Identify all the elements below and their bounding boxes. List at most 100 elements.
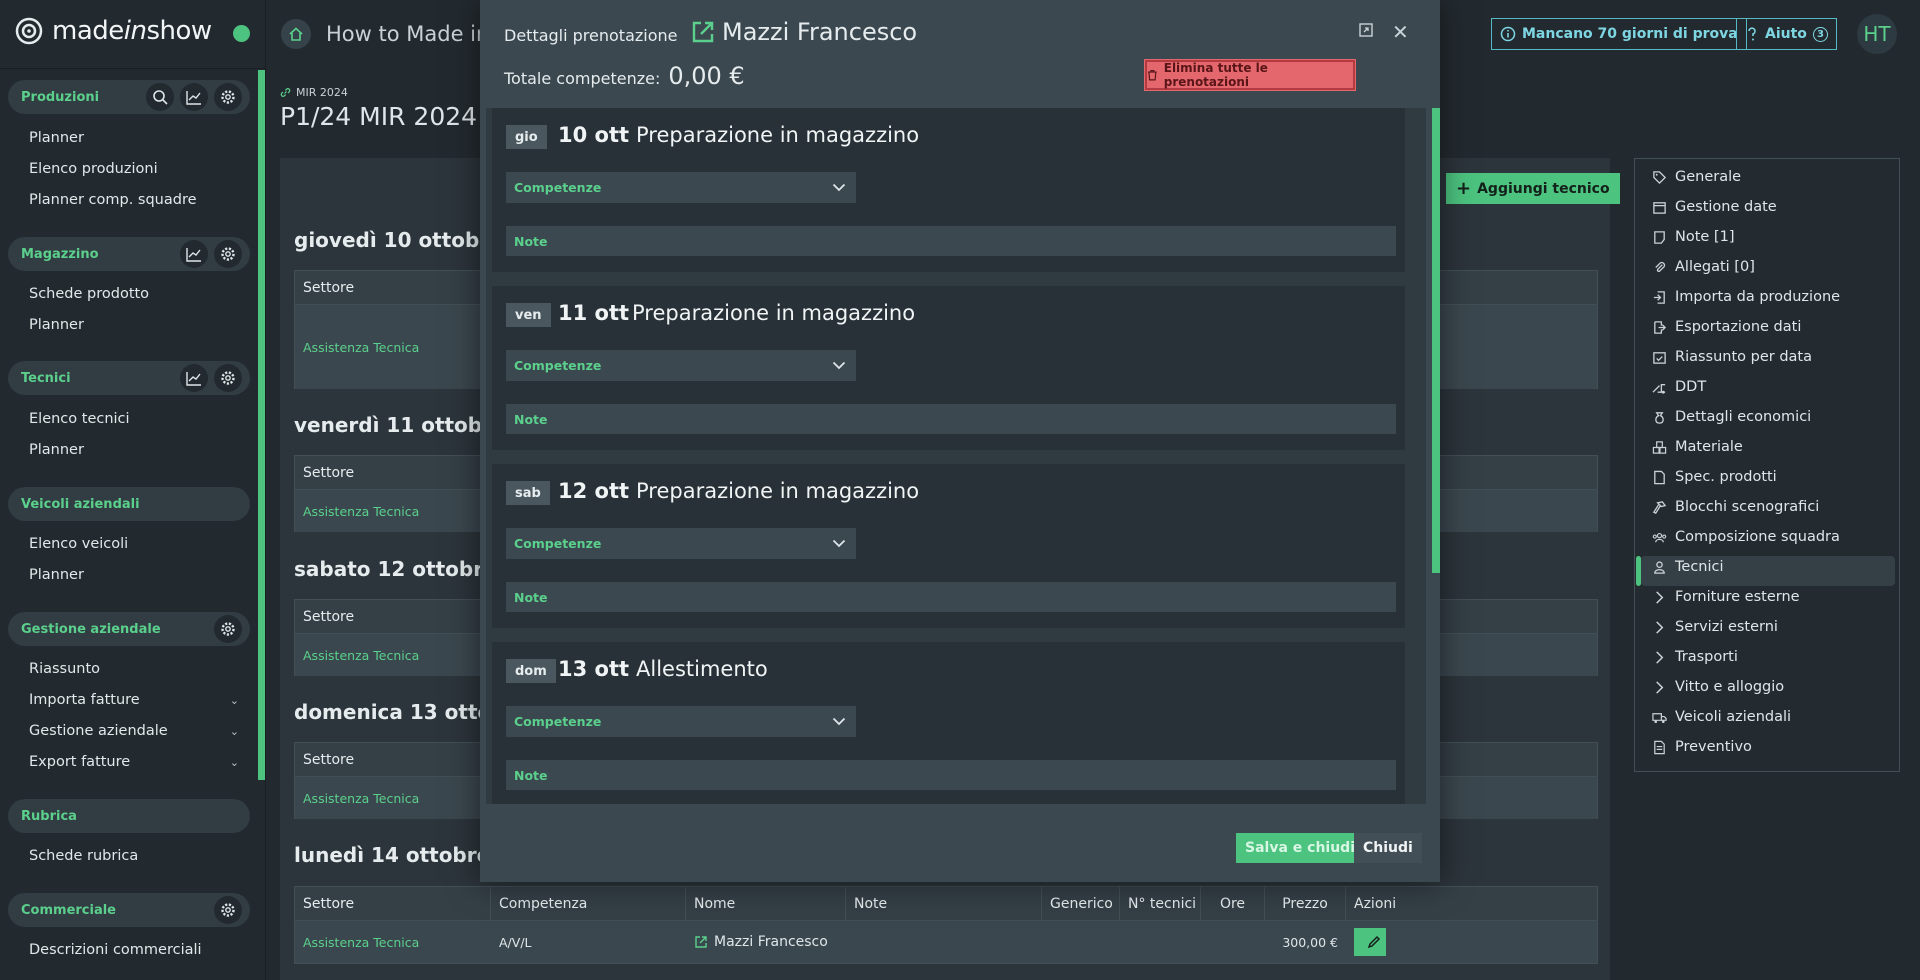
section-rubrica[interactable]: Rubrica bbox=[8, 799, 250, 833]
sidebar-item-descrizioni-commerciali[interactable]: Descrizioni commerciali bbox=[29, 942, 239, 958]
section-veicoli-aziendali[interactable]: Veicoli aziendali bbox=[8, 487, 250, 521]
home-icon bbox=[289, 27, 303, 41]
sidebar-item-riassunto[interactable]: Riassunto bbox=[29, 661, 239, 677]
section-produzioni[interactable]: Produzioni bbox=[8, 80, 250, 114]
sidebar-item-gestione-aziendale[interactable]: Gestione aziendale ⌄ bbox=[29, 723, 239, 739]
technician-name-link[interactable]: Mazzi Francesco bbox=[686, 921, 846, 963]
gear-icon[interactable] bbox=[214, 615, 242, 643]
right-nav-item-note-1[interactable]: Note [1] bbox=[1652, 229, 1734, 245]
section-gestione-aziendale[interactable]: Gestione aziendale bbox=[8, 612, 250, 646]
right-nav-item-servizi-esterni[interactable]: Servizi esterni bbox=[1652, 619, 1778, 635]
paperclip-icon bbox=[1655, 261, 1666, 272]
gear-icon[interactable] bbox=[214, 896, 242, 924]
right-nav-item-allegati-0[interactable]: Allegati [0] bbox=[1652, 259, 1755, 275]
sidebar-item-schede-rubrica[interactable]: Schede rubrica bbox=[29, 848, 239, 864]
right-nav-item-ddt[interactable]: DDT bbox=[1652, 379, 1706, 395]
delete-all-bookings-button[interactable]: Elimina tutte le prenotazioni bbox=[1144, 59, 1356, 91]
sidebar-item-schede-prodotto[interactable]: Schede prodotto bbox=[29, 286, 239, 302]
section-magazzino[interactable]: Magazzino bbox=[8, 237, 250, 271]
competenze-select[interactable]: Competenze bbox=[506, 350, 856, 381]
close-button[interactable]: Chiudi bbox=[1354, 833, 1422, 863]
sidebar-item-planner[interactable]: Planner bbox=[29, 442, 239, 458]
right-nav-label: Gestione date bbox=[1675, 199, 1777, 215]
gear-icon[interactable] bbox=[214, 83, 242, 111]
right-nav-item-generale[interactable]: Generale bbox=[1652, 169, 1741, 185]
table-header: Settore Competenza Nome Note Generico N°… bbox=[295, 887, 1597, 921]
sidebar-item-planner[interactable]: Planner bbox=[29, 567, 239, 583]
chevron-down-icon: ⌄ bbox=[229, 724, 239, 738]
right-nav-item-veicoli-aziendali[interactable]: Veicoli aziendali bbox=[1652, 709, 1791, 725]
chevron-down-icon: ⌄ bbox=[229, 693, 239, 707]
sidebar-scrollbar[interactable] bbox=[258, 70, 265, 780]
right-nav-item-forniture-esterne[interactable]: Forniture esterne bbox=[1652, 589, 1800, 605]
sidebar-item-elenco-tecnici[interactable]: Elenco tecnici bbox=[29, 411, 239, 427]
close-icon[interactable]: ✕ bbox=[1392, 20, 1409, 44]
note-field[interactable]: Note bbox=[506, 404, 1396, 434]
right-nav-label: Preventivo bbox=[1675, 739, 1752, 755]
competenze-select[interactable]: Competenze bbox=[506, 528, 856, 559]
competenze-select[interactable]: Competenze bbox=[506, 172, 856, 203]
avatar[interactable]: HT bbox=[1857, 14, 1897, 54]
truck-icon bbox=[1652, 712, 1667, 723]
search-icon[interactable] bbox=[146, 83, 174, 111]
right-nav-label: Veicoli aziendali bbox=[1675, 709, 1792, 725]
sidebar-item-planner[interactable]: Planner bbox=[29, 130, 239, 146]
booking-day-card: ven 11 ott Preparazione in magazzino Com… bbox=[492, 286, 1405, 450]
edit-button[interactable] bbox=[1354, 928, 1386, 956]
booking-activity: Allestimento bbox=[636, 657, 768, 681]
sidebar-item-elenco-produzioni[interactable]: Elenco produzioni bbox=[29, 161, 239, 177]
right-nav-item-vitto-e-alloggio[interactable]: Vitto e alloggio bbox=[1652, 679, 1784, 695]
section-tecnici[interactable]: Tecnici bbox=[8, 361, 250, 395]
booking-date: 12 ott bbox=[558, 479, 630, 503]
sidebar: madeinshow Produzioni Planner Elenco pro… bbox=[0, 0, 266, 980]
chart-line-icon[interactable] bbox=[180, 240, 208, 268]
right-nav-item-dettagli-economici[interactable]: Dettagli economici bbox=[1652, 409, 1811, 425]
modal-scrollbar[interactable] bbox=[1432, 108, 1440, 573]
gear-icon[interactable] bbox=[214, 240, 242, 268]
sidebar-item-planner-comp-squadre[interactable]: Planner comp. squadre bbox=[29, 192, 239, 208]
modal-person-link[interactable]: Mazzi Francesco bbox=[690, 18, 917, 46]
trash-icon bbox=[1147, 70, 1157, 81]
add-technician-button[interactable]: + Aggiungi tecnico bbox=[1446, 173, 1620, 204]
sidebar-item-planner[interactable]: Planner bbox=[29, 317, 239, 333]
sidebar-item-importa-fatture[interactable]: Importa fatture ⌄ bbox=[29, 692, 239, 708]
booking-activity: Preparazione in magazzino bbox=[636, 479, 920, 503]
right-nav-item-blocchi-scenografici[interactable]: Blocchi scenografici bbox=[1652, 499, 1819, 515]
right-nav-item-importa-da-produzione[interactable]: Importa da produzione bbox=[1652, 289, 1840, 305]
chevron-right-icon bbox=[1656, 650, 1664, 664]
logo[interactable]: madeinshow bbox=[14, 16, 212, 46]
note-field[interactable]: Note bbox=[506, 582, 1396, 612]
right-nav-item-tecnici[interactable]: Tecnici bbox=[1652, 559, 1724, 575]
section-commerciale[interactable]: Commerciale bbox=[8, 893, 250, 927]
gear-icon[interactable] bbox=[214, 364, 242, 392]
breadcrumb[interactable]: MIR 2024 bbox=[280, 86, 348, 99]
save-and-close-button[interactable]: Salva e chiudi bbox=[1236, 833, 1364, 863]
trial-badge[interactable]: Mancano 70 giorni di prova bbox=[1491, 18, 1747, 50]
right-nav-item-riassunto-per-data[interactable]: Riassunto per data bbox=[1652, 349, 1812, 365]
right-nav-label: Riassunto per data bbox=[1675, 349, 1812, 365]
booking-activity: Preparazione in magazzino bbox=[632, 301, 916, 325]
right-nav-item-preventivo[interactable]: Preventivo bbox=[1652, 739, 1752, 755]
sidebar-item-elenco-veicoli[interactable]: Elenco veicoli bbox=[29, 536, 239, 552]
note-field[interactable]: Note bbox=[506, 226, 1396, 256]
right-nav-item-materiale[interactable]: Materiale bbox=[1652, 439, 1743, 455]
right-nav-item-spec-prodotti[interactable]: Spec. prodotti bbox=[1652, 469, 1777, 485]
day-of-week-badge: ven bbox=[506, 303, 551, 327]
logo-icon bbox=[15, 17, 43, 45]
right-nav-item-composizione-squadra[interactable]: Composizione squadra bbox=[1652, 529, 1840, 545]
home-button[interactable] bbox=[281, 19, 311, 49]
note-field[interactable]: Note bbox=[506, 760, 1396, 790]
competenze-select[interactable]: Competenze bbox=[506, 706, 856, 737]
help-button[interactable]: Aiuto 3 bbox=[1736, 18, 1837, 50]
sidebar-item-export-fatture[interactable]: Export fatture ⌄ bbox=[29, 754, 239, 770]
right-nav-item-gestione-date[interactable]: Gestione date bbox=[1652, 199, 1777, 215]
day-heading: sabato 12 ottobre bbox=[294, 557, 497, 581]
day-heading: venerdì 11 ottobre bbox=[294, 413, 506, 437]
right-nav-item-esportazione-dati[interactable]: Esportazione dati bbox=[1652, 319, 1801, 335]
table-row[interactable]: Assistenza Tecnica A/V/L Mazzi Francesco… bbox=[295, 921, 1597, 963]
chart-line-icon[interactable] bbox=[180, 364, 208, 392]
right-nav-item-trasporti[interactable]: Trasporti bbox=[1652, 649, 1738, 665]
day-of-week-badge: gio bbox=[506, 125, 547, 149]
chart-line-icon[interactable] bbox=[180, 83, 208, 111]
expand-button[interactable] bbox=[1358, 22, 1374, 38]
